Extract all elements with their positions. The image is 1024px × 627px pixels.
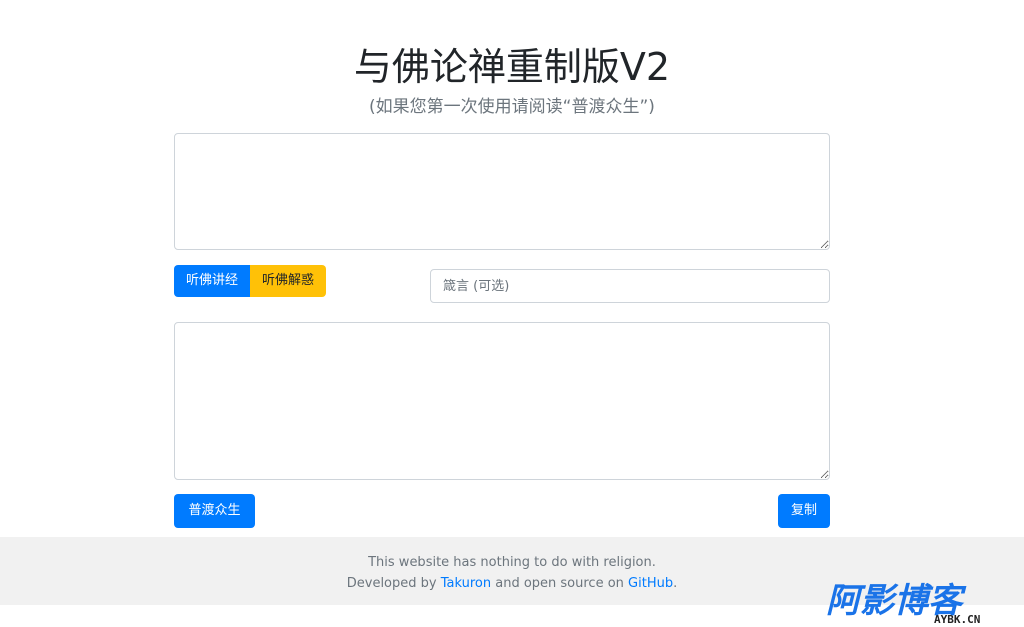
copy-button[interactable]: 复制 bbox=[778, 494, 830, 528]
watermark-logo: 阿影博客 AYBK.CN bbox=[826, 581, 980, 624]
decode-button[interactable]: 听佛解惑 bbox=[250, 265, 327, 297]
footer-credits-middle: and open source on bbox=[491, 576, 629, 591]
help-button[interactable]: 普渡众生 bbox=[174, 494, 255, 528]
footer-credits-suffix: . bbox=[673, 576, 678, 591]
watermark-logo-domain: AYBK.CN bbox=[934, 613, 980, 624]
output-textarea[interactable] bbox=[174, 322, 830, 480]
footer-disclaimer: This website has nothing to do with reli… bbox=[368, 555, 656, 570]
encode-button[interactable]: 听佛讲经 bbox=[174, 265, 251, 297]
mode-button-group: 听佛讲经 听佛解惑 bbox=[174, 265, 327, 297]
page-subtitle: (如果您第一次使用请阅读“普渡众生”) bbox=[369, 97, 655, 117]
key-input[interactable] bbox=[430, 269, 830, 303]
input-textarea[interactable] bbox=[174, 133, 830, 250]
author-link[interactable]: Takuron bbox=[441, 576, 491, 591]
github-link[interactable]: GitHub bbox=[628, 576, 673, 591]
page: 与佛论禅重制版V2 (如果您第一次使用请阅读“普渡众生”) 听佛讲经 听佛解惑 … bbox=[0, 0, 1024, 627]
footer-credits-prefix: Developed by bbox=[346, 576, 441, 591]
page-title: 与佛论禅重制版V2 bbox=[353, 45, 671, 89]
